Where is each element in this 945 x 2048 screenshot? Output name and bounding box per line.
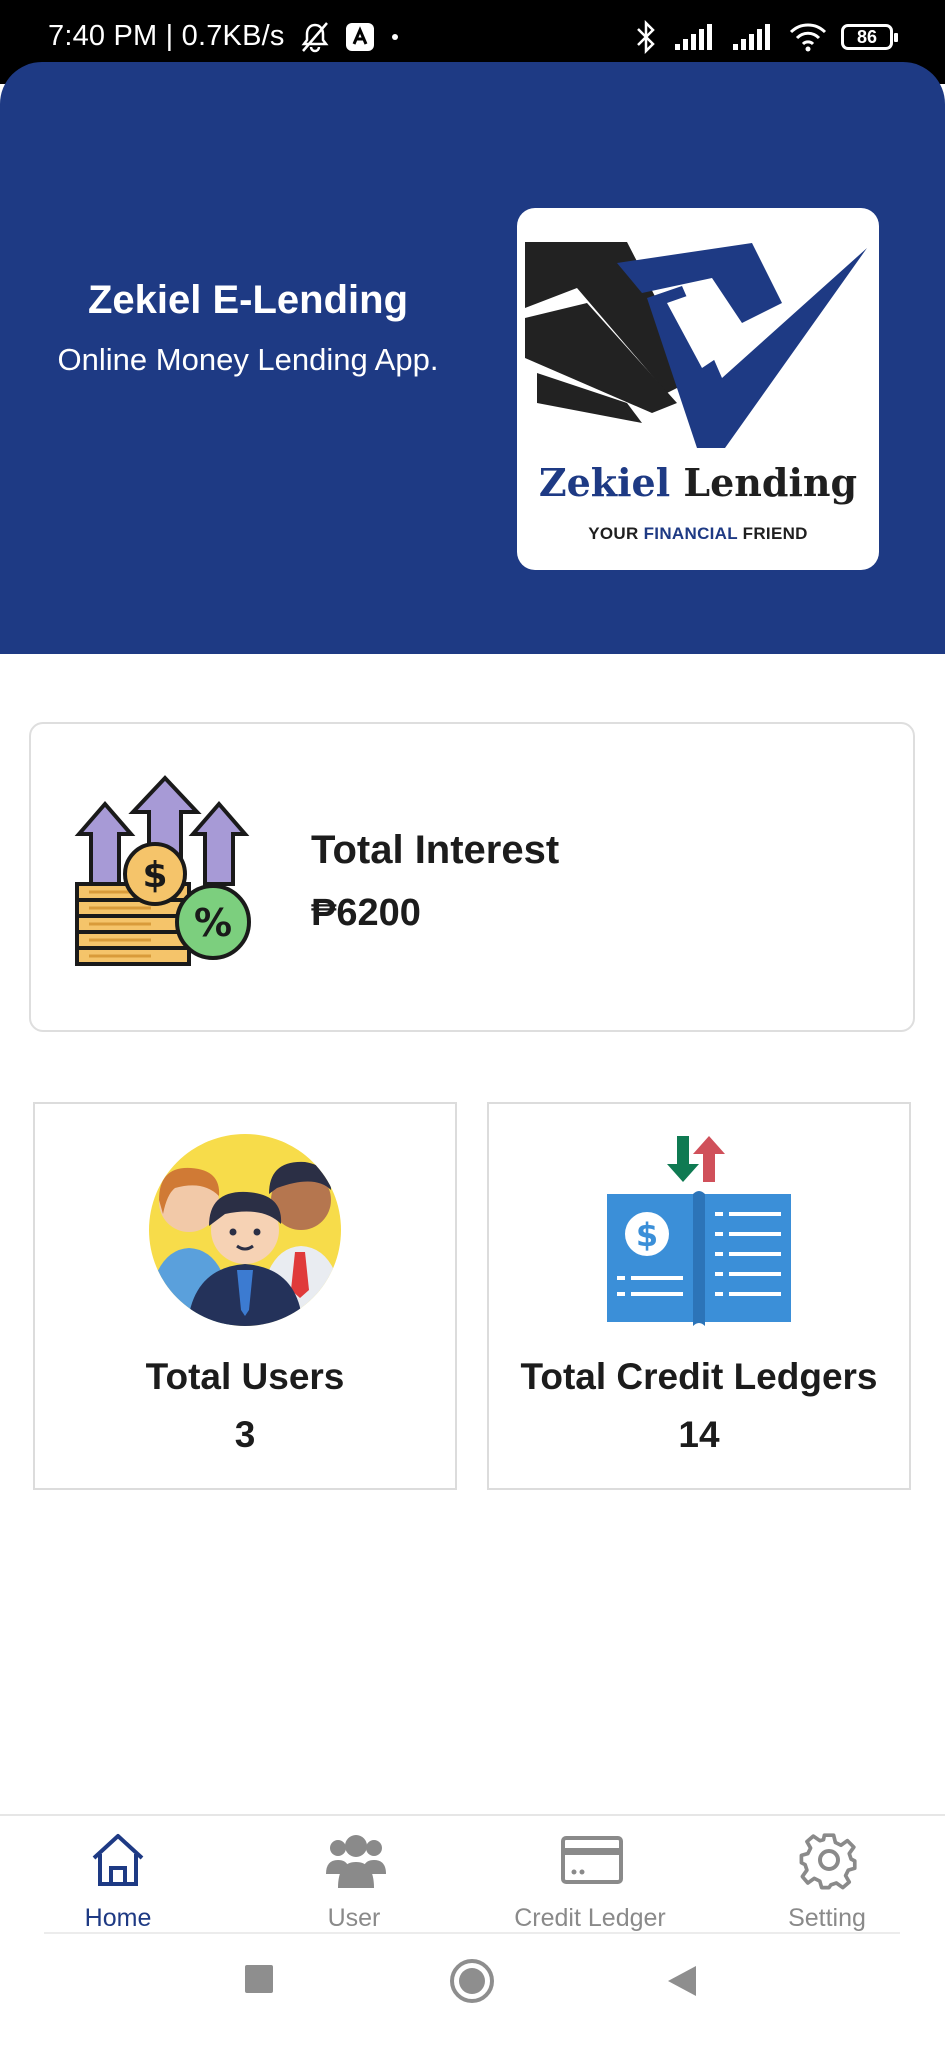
logo-mark-icon [525,242,867,448]
total-interest-label: Total Interest [311,828,560,872]
total-credit-ledgers-value: 14 [678,1414,720,1455]
total-interest-card[interactable]: $ % Total Interest ₱6200 [29,722,915,1032]
system-navigation-bar [0,1934,945,2048]
signal-icon-2 [733,24,770,50]
app-title: Zekiel E-Lending [87,278,409,322]
nav-home-label: Home [84,1904,152,1932]
logo-tagline: YOUR FINANCIAL FRIEND [517,524,879,544]
bell-muted-icon [301,21,329,52]
gear-icon [799,1833,857,1890]
battery-level: 86 [856,26,878,47]
logo-name: Zekiel Lending [517,460,879,505]
wifi-icon [789,23,827,52]
ledger-book-icon: $ [607,1136,791,1326]
recent-apps-icon[interactable] [244,1964,274,1994]
status-time-speed: 7:40 PM | 0.7KB/s [48,20,285,52]
logo-tagline-part3: FRIEND [742,524,808,543]
logo-name-part2: Lending [683,460,858,505]
dot-icon [391,33,398,40]
nav-setting-label: Setting [788,1904,866,1932]
app-subtitle: Online Money Lending App. [57,342,439,377]
nav-home[interactable]: Home [0,1816,236,1934]
nav-user[interactable]: User [236,1816,472,1934]
users-icon [326,1835,386,1888]
total-interest-value: ₱6200 [311,892,421,934]
header-banner: Zekiel E-Lending Online Money Lending Ap… [0,62,945,654]
signal-icon [675,24,712,50]
back-icon[interactable] [666,1964,698,1998]
logo-name-part1: Zekiel [538,460,671,505]
home-icon [92,1834,144,1886]
svg-text:$: $ [142,855,167,896]
logo-tagline-part1: YOUR [588,524,639,543]
total-credit-ledgers-card[interactable]: $ Total Credit Ledgers 14 [487,1102,911,1490]
svg-text:$: $ [636,1216,658,1254]
credit-card-icon [561,1836,623,1884]
logo-tagline-part2: FINANCIAL [643,524,738,543]
users-group-icon [149,1134,341,1326]
total-credit-ledgers-label: Total Credit Ledgers [520,1356,878,1397]
interest-growth-icon: $ % [74,775,251,966]
status-left: 7:40 PM | 0.7KB/s [48,20,401,53]
battery-icon: 86 [841,24,898,50]
total-users-card[interactable]: Total Users 3 [33,1102,457,1490]
nav-credit-ledger-label: Credit Ledger [514,1904,666,1932]
total-users-value: 3 [234,1414,256,1455]
bottom-navigation: Home User Credit Ledger Setting [0,1814,945,1934]
nav-user-label: User [327,1904,381,1932]
status-right: 86 [633,20,898,54]
company-logo: Zekiel Lending YOUR FINANCIAL FRIEND [517,208,879,570]
nav-credit-ledger[interactable]: Credit Ledger [472,1816,708,1934]
app-notification-icon [345,22,374,51]
nav-setting[interactable]: Setting [709,1816,945,1934]
home-button-icon[interactable] [449,1958,495,2004]
svg-text:%: % [194,901,232,945]
total-users-label: Total Users [145,1356,345,1397]
bluetooth-icon [637,20,655,54]
